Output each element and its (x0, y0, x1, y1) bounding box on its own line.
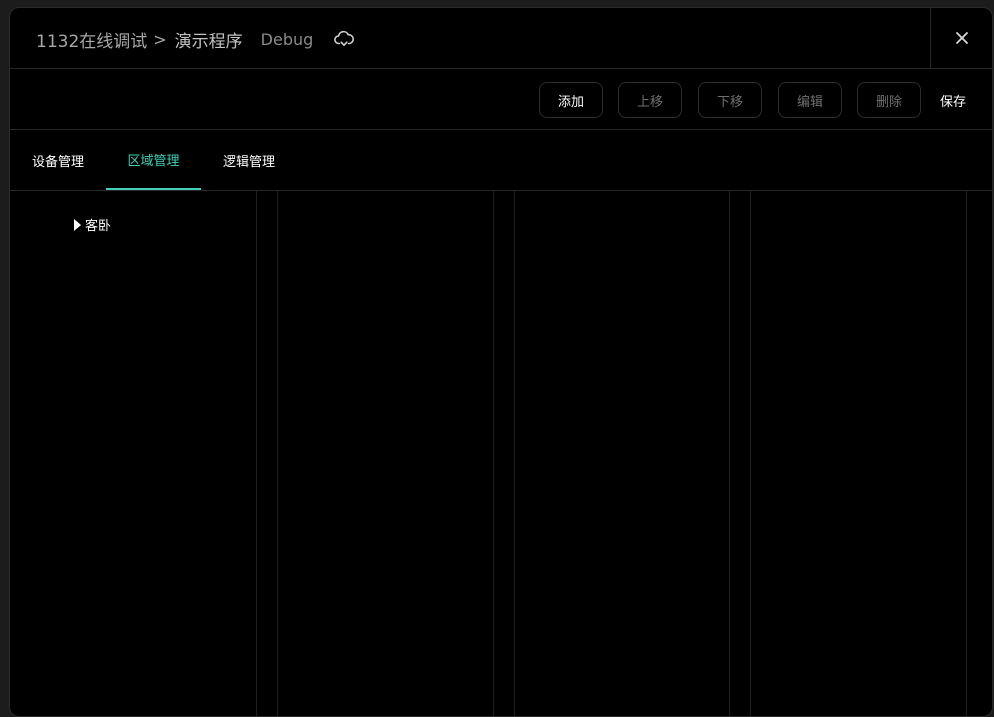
panel-divider (493, 191, 494, 716)
panel-divider (750, 191, 751, 716)
panel-divider (729, 191, 730, 716)
tree-item-guest-bedroom[interactable]: 客卧 (74, 215, 111, 234)
close-icon (955, 32, 968, 44)
toolbar: 添加 上移 下移 编辑 删除 保存 (10, 69, 992, 130)
caret-right-icon[interactable] (74, 218, 81, 231)
panel-divider (514, 191, 515, 716)
breadcrumb-root[interactable]: 1132在线调试 (36, 27, 147, 52)
move-up-button[interactable]: 上移 (618, 82, 682, 118)
tree-item-label: 客卧 (85, 219, 112, 234)
tab-logic-management[interactable]: 逻辑管理 (201, 130, 297, 190)
save-button[interactable]: 保存 (940, 82, 966, 118)
dialog-header: 1132在线调试 > 演示程序 Debug (10, 8, 992, 69)
breadcrumb: 1132在线调试 > 演示程序 Debug (36, 26, 355, 52)
edit-button[interactable]: 编辑 (778, 82, 842, 118)
close-button[interactable] (930, 8, 992, 68)
add-button[interactable]: 添加 (539, 82, 603, 118)
tab-bar: 设备管理 区域管理 逻辑管理 (10, 130, 992, 191)
dialog-window: 1132在线调试 > 演示程序 Debug 添加 上移 下移 编辑 删除 保存 … (9, 7, 993, 717)
area-panels: 客卧 (10, 191, 992, 716)
panel-divider (966, 191, 967, 716)
breadcrumb-separator: > (153, 29, 167, 49)
panel-divider (256, 191, 257, 716)
tab-area-management[interactable]: 区域管理 (106, 130, 201, 190)
cloud-sync-icon[interactable] (333, 28, 355, 50)
breadcrumb-current: 演示程序 (174, 31, 243, 52)
delete-button[interactable]: 删除 (857, 82, 921, 118)
move-down-button[interactable]: 下移 (698, 82, 762, 118)
panel-divider (277, 191, 278, 716)
mode-label: Debug (260, 29, 314, 49)
tab-device-management[interactable]: 设备管理 (10, 130, 106, 190)
